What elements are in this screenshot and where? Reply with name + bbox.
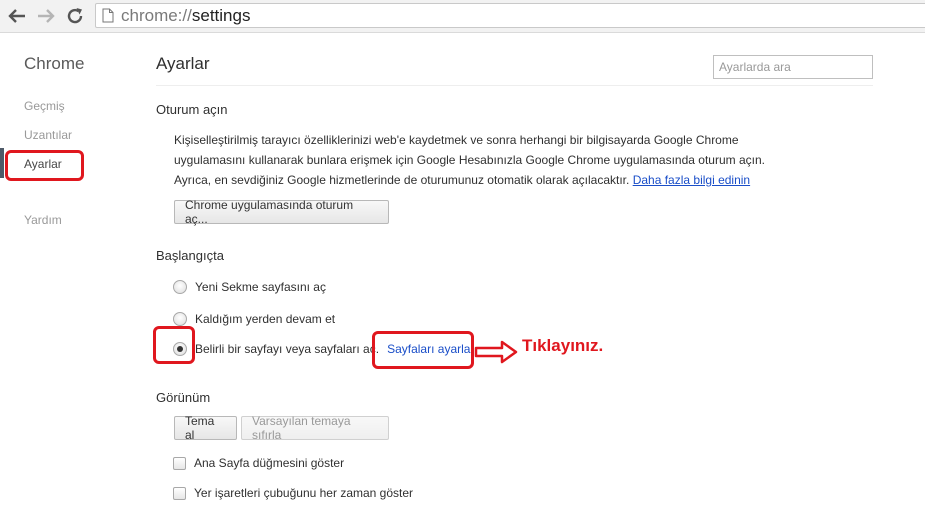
signin-section-title: Oturum açın (156, 102, 228, 117)
reload-button[interactable] (64, 5, 86, 27)
checkbox-label: Yer işaretleri çubuğunu her zaman göster (194, 486, 414, 500)
header-divider (156, 85, 873, 86)
url-text: chrome://settings (121, 6, 250, 26)
sidebar-title: Chrome (24, 54, 85, 73)
chrome-signin-button[interactable]: Chrome uygulamasında oturum aç... (174, 198, 389, 226)
checkbox-label: Ana Sayfa düğmesini göster (194, 456, 345, 470)
reload-icon (67, 8, 83, 24)
annotation-arrow-icon (474, 340, 518, 364)
annotation-highlight-radio (153, 326, 195, 364)
annotation-highlight-link (372, 331, 474, 369)
startup-option-label: Kaldığım yerden devam et (195, 312, 336, 326)
signin-text-line3: Ayrıca, en sevdiğiniz Google hizmetlerin… (174, 170, 814, 190)
sidebar-item-extensions[interactable]: Uzantılar (24, 128, 72, 142)
startup-option-label: Belirli bir sayfayı veya sayfaları aç. (195, 342, 380, 356)
reset-theme-button[interactable]: Varsayılan temaya sıfırla (241, 414, 389, 442)
signin-description: Kişiselleştirilmiş tarayıcı özelliklerin… (174, 130, 814, 190)
startup-section-title: Başlangıçta (156, 248, 224, 263)
show-home-button-row[interactable]: Ana Sayfa düğmesini göster (173, 455, 344, 471)
address-bar[interactable]: chrome://settings (95, 3, 925, 28)
forward-arrow-icon (38, 9, 55, 23)
browser-toolbar: chrome://settings (0, 0, 925, 33)
annotation-highlight-settings (5, 150, 84, 181)
page-icon (102, 8, 114, 23)
sidebar-item-history[interactable]: Geçmiş (24, 99, 65, 113)
back-arrow-icon (8, 9, 25, 23)
get-themes-button[interactable]: Tema al (174, 414, 237, 442)
show-bookmarks-bar-checkbox[interactable] (173, 486, 186, 500)
page-title: Ayarlar (156, 54, 210, 73)
startup-option-label: Yeni Sekme sayfasını aç (195, 280, 326, 294)
url-scheme: chrome:// (121, 6, 192, 25)
startup-option-new-tab[interactable]: Yeni Sekme sayfasını aç (173, 278, 326, 296)
learn-more-link[interactable]: Daha fazla bilgi edinin (633, 173, 750, 187)
signin-text-line2: uygulamasını kullanarak bunlara erişmek … (174, 153, 765, 167)
startup-radio-continue[interactable] (173, 312, 187, 326)
appearance-section-title: Görünüm (156, 390, 211, 405)
sidebar-item-help[interactable]: Yardım (24, 213, 62, 227)
settings-search-input[interactable] (713, 55, 873, 79)
signin-text-line1: Kişiselleştirilmiş tarayıcı özelliklerin… (174, 133, 739, 147)
show-bookmarks-bar-row[interactable]: Yer işaretleri çubuğunu her zaman göster (173, 485, 413, 501)
forward-button[interactable] (35, 5, 57, 27)
sidebar-selection-indicator (0, 148, 4, 178)
startup-radio-new-tab[interactable] (173, 280, 187, 294)
startup-option-continue[interactable]: Kaldığım yerden devam et (173, 310, 335, 328)
signin-text-line3-body: Ayrıca, en sevdiğiniz Google hizmetlerin… (174, 173, 630, 187)
annotation-click-text: Tıklayınız. (522, 336, 604, 355)
show-home-button-checkbox[interactable] (173, 456, 186, 470)
back-button[interactable] (6, 5, 28, 27)
url-path: settings (191, 6, 251, 25)
